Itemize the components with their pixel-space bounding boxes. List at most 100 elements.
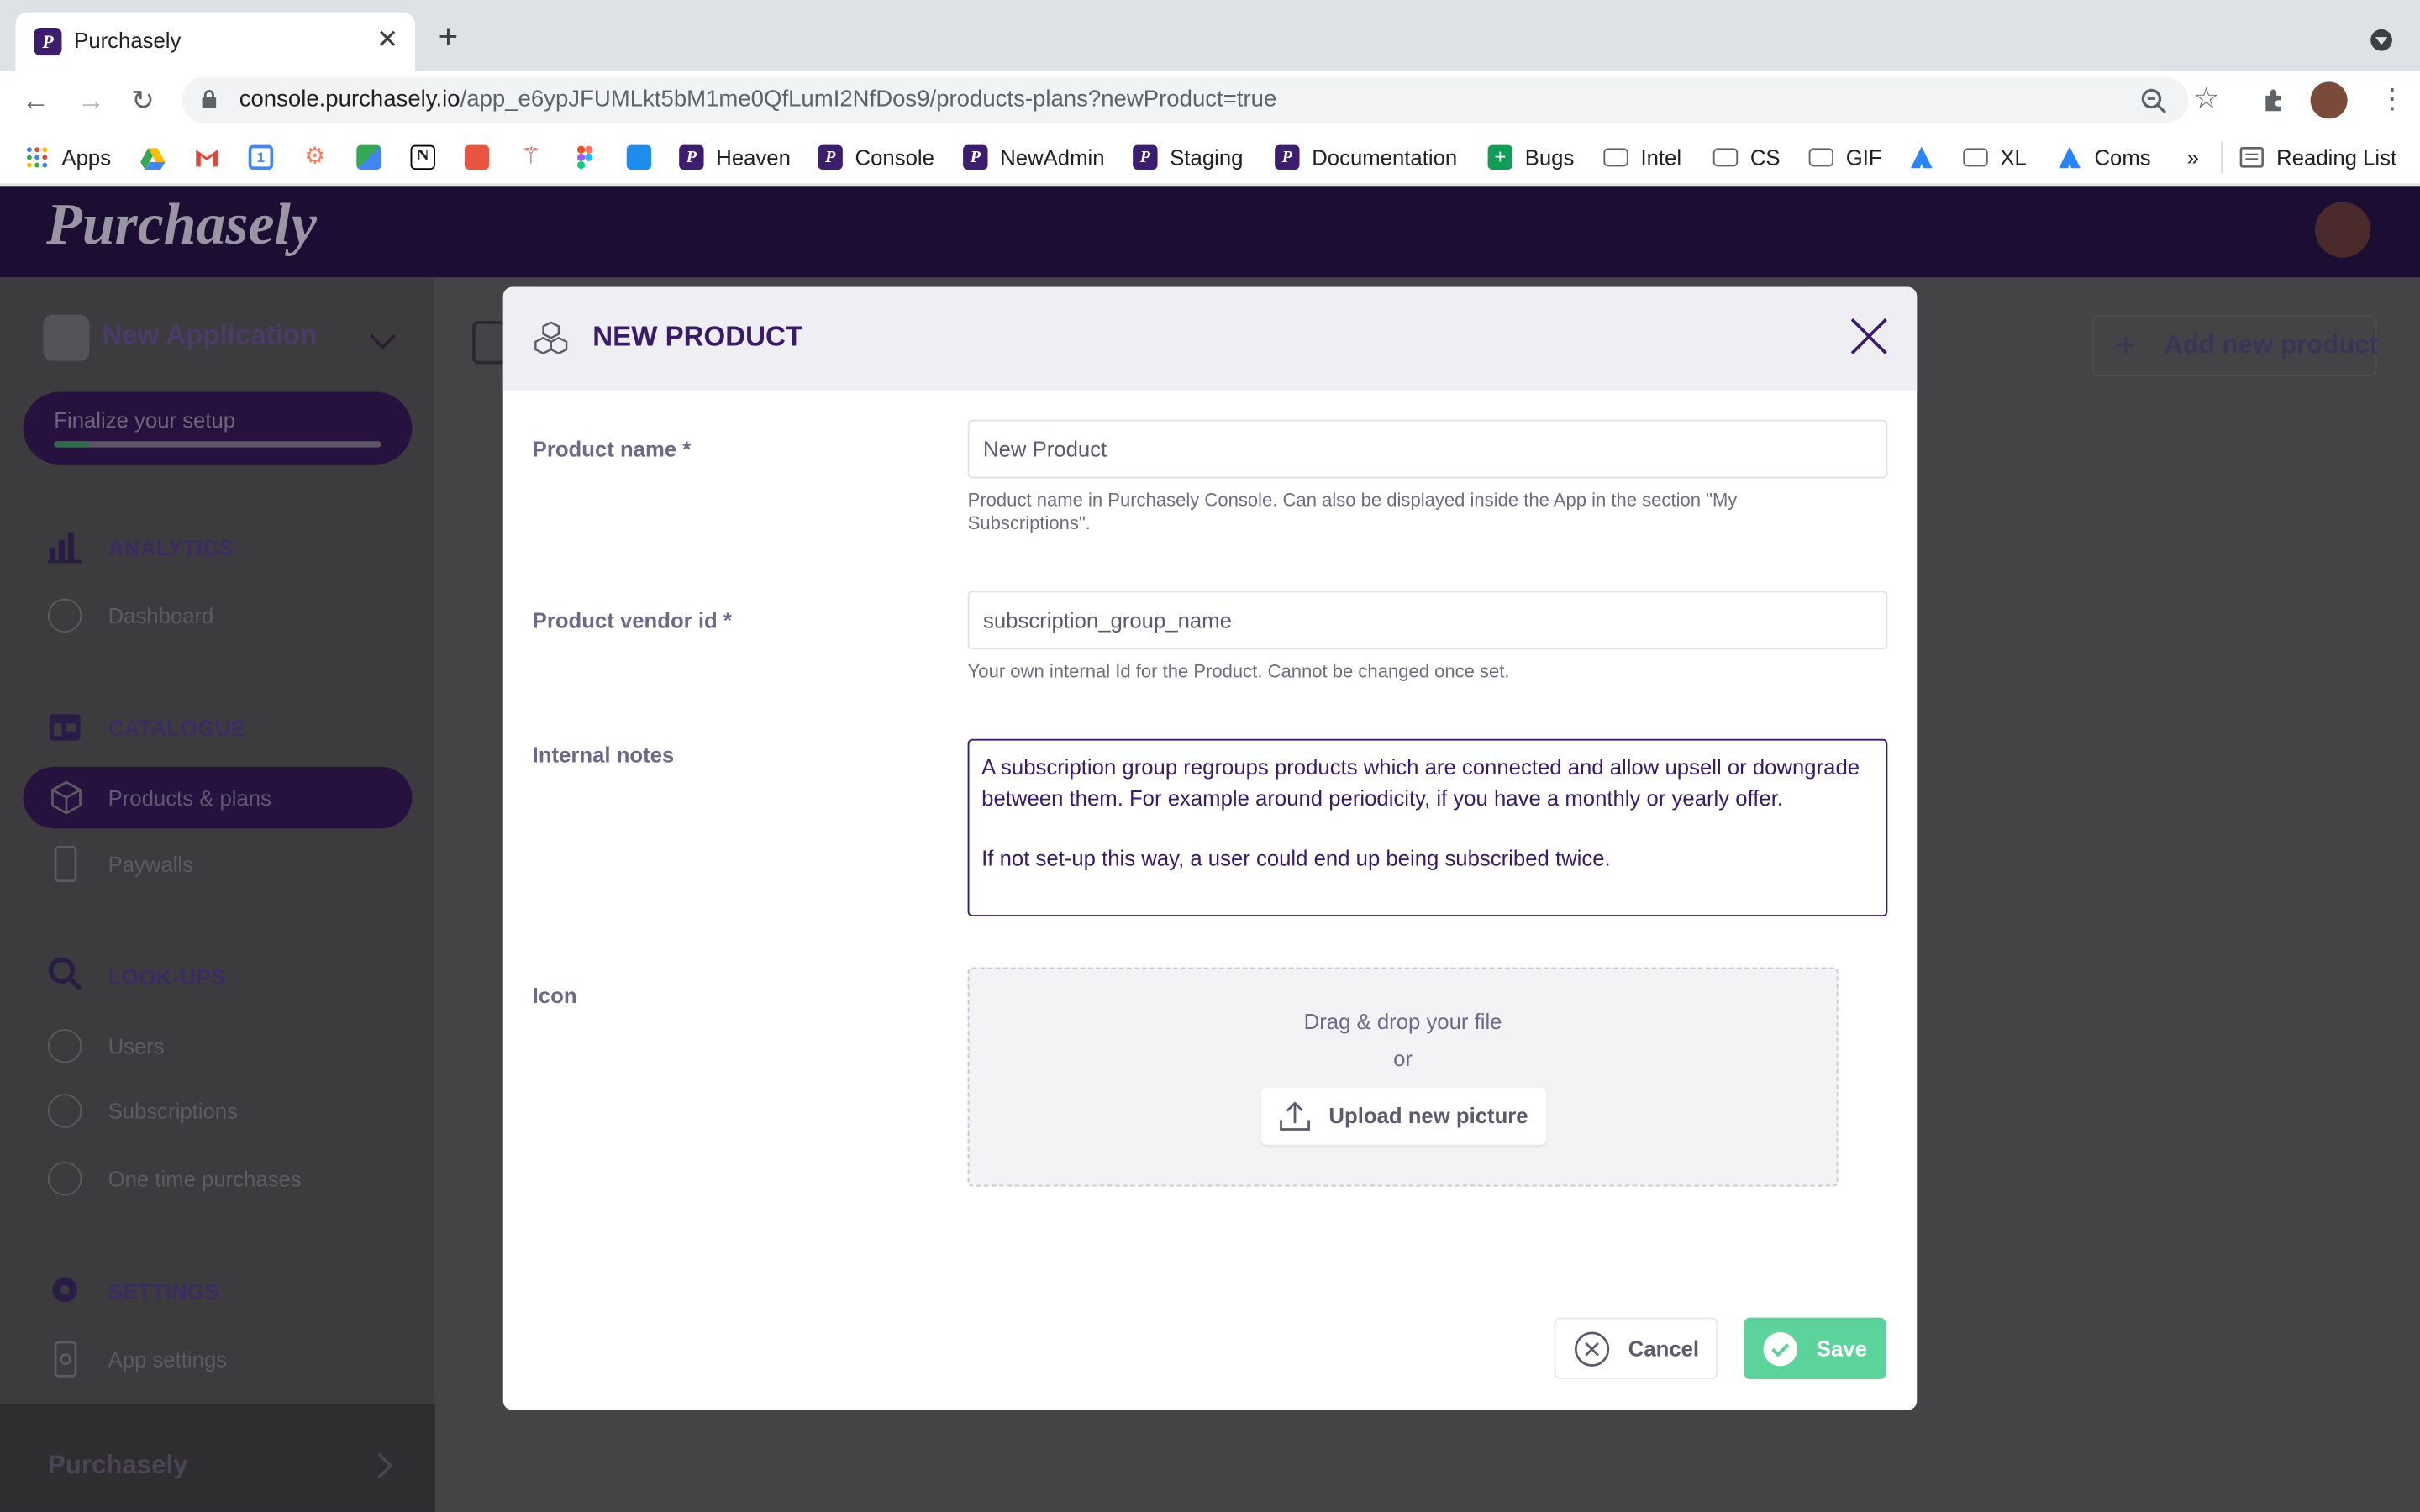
bookmark-heaven[interactable]: P Heaven bbox=[679, 144, 791, 171]
purchasely-icon: P bbox=[679, 144, 704, 171]
gmail-icon bbox=[196, 150, 218, 167]
app-selector[interactable]: New Application bbox=[102, 319, 317, 352]
bookmark-documentation[interactable]: P Documentation bbox=[1275, 144, 1457, 171]
bookmark-folder-xl[interactable]: XL bbox=[1963, 144, 2027, 171]
reading-list-icon bbox=[2239, 147, 2264, 168]
bookmark-maps[interactable] bbox=[356, 144, 393, 171]
search-icon bbox=[48, 957, 82, 991]
add-new-product-label: Add new product bbox=[2164, 330, 2379, 360]
sidebar-footer-label: Purchasely bbox=[47, 1450, 188, 1480]
lock-icon[interactable] bbox=[201, 90, 218, 108]
purchasely-icon: P bbox=[818, 144, 843, 171]
bookmark-label: NewAdmin bbox=[1000, 144, 1105, 171]
purchasely-logo[interactable]: Purchasely bbox=[46, 192, 317, 260]
setup-progress-bar bbox=[54, 441, 381, 448]
zoom-icon[interactable] bbox=[2141, 88, 2167, 114]
product-name-label: Product name * bbox=[532, 436, 692, 462]
finalize-setup-label: Finalize your setup bbox=[54, 407, 236, 433]
reload-icon[interactable]: ↻ bbox=[131, 83, 155, 117]
vendor-id-input[interactable]: subscription_group_name bbox=[967, 591, 1888, 650]
subscription-icon bbox=[47, 1094, 82, 1128]
forward-arrow-icon[interactable]: → bbox=[77, 83, 105, 117]
back-arrow-icon[interactable]: ← bbox=[22, 83, 50, 117]
bookmark-folder-intel[interactable]: Intel bbox=[1603, 144, 1681, 171]
overflow-chevron-icon: » bbox=[2186, 144, 2199, 171]
sidebar-item-users[interactable]: Users bbox=[108, 1034, 165, 1058]
bookmark-figma[interactable] bbox=[572, 144, 609, 171]
bookmark-coms[interactable]: Coms bbox=[2057, 144, 2151, 171]
bookmark-staging[interactable]: P Staging bbox=[1133, 144, 1243, 171]
profile-avatar[interactable] bbox=[2310, 81, 2348, 119]
sidebar-item-paywalls[interactable]: Paywalls bbox=[108, 852, 193, 876]
bookmark-label: XL bbox=[2000, 144, 2027, 171]
bookmarks-overflow-button[interactable]: » bbox=[2187, 144, 2199, 171]
internal-notes-textarea[interactable]: A subscription group regroups products w… bbox=[967, 738, 1888, 917]
atlassian-icon bbox=[2059, 146, 2081, 169]
folder-icon bbox=[1963, 148, 1988, 167]
product-name-input[interactable]: New Product bbox=[967, 419, 1888, 479]
dollar-icon bbox=[47, 1162, 82, 1196]
bookmark-gmail[interactable] bbox=[194, 144, 231, 171]
cancel-x-circle-icon bbox=[1574, 1331, 1610, 1367]
bookmark-apps[interactable]: Apps bbox=[24, 144, 111, 171]
section-analytics: ANALYTICS bbox=[108, 535, 234, 560]
notion-icon: N bbox=[410, 144, 435, 171]
purchasely-icon: P bbox=[963, 144, 988, 171]
google-maps-icon bbox=[356, 144, 381, 171]
user-avatar[interactable] bbox=[2315, 202, 2371, 258]
sidebar-item-dashboard[interactable]: Dashboard bbox=[108, 603, 214, 627]
icon-dropzone[interactable] bbox=[967, 967, 1839, 1187]
cancel-label: Cancel bbox=[1628, 1336, 1700, 1361]
url-text[interactable]: console.purchasely.io/app_e6ypJFUMLkt5bM… bbox=[239, 87, 1277, 113]
internal-notes-label: Internal notes bbox=[532, 742, 675, 767]
browser-menu-icon[interactable]: ⋮ bbox=[2378, 81, 2406, 118]
close-icon[interactable] bbox=[1846, 313, 1892, 360]
dashboard-icon bbox=[47, 598, 82, 633]
plus-icon: + bbox=[2116, 325, 2136, 365]
bookmark-label: Staging bbox=[1170, 144, 1244, 171]
check-circle-icon bbox=[1763, 1332, 1797, 1367]
bookmark-item[interactable]: ⚚ bbox=[518, 144, 555, 171]
new-tab-icon[interactable]: + bbox=[439, 19, 459, 54]
reading-list-button[interactable]: Reading List bbox=[2239, 144, 2396, 171]
modal-title: NEW PRODUCT bbox=[592, 321, 803, 352]
sidebar-item-app-settings[interactable]: App settings bbox=[108, 1347, 228, 1371]
tab-search-icon[interactable] bbox=[2370, 29, 2392, 51]
bookmark-notion[interactable]: N bbox=[410, 144, 448, 171]
bookmark-divider bbox=[2221, 141, 2223, 173]
bookmark-newadmin[interactable]: P NewAdmin bbox=[963, 144, 1105, 171]
sidebar-item-one-time-purchases[interactable]: One time purchases bbox=[108, 1167, 302, 1191]
purchasely-favicon-icon: P bbox=[34, 28, 62, 56]
section-settings: SETTINGS bbox=[108, 1278, 220, 1305]
extensions-icon[interactable] bbox=[2261, 87, 2289, 114]
bookmark-calendar[interactable]: 1 bbox=[248, 144, 286, 171]
bookmark-bugs[interactable]: + Bugs bbox=[1487, 144, 1574, 171]
save-label: Save bbox=[1816, 1336, 1867, 1361]
page-box-icon bbox=[472, 321, 507, 365]
bookmark-folder-gif[interactable]: GIF bbox=[1808, 144, 1882, 171]
folder-icon bbox=[1808, 148, 1834, 167]
bookmark-console[interactable]: P Console bbox=[818, 144, 934, 171]
bookmark-hubspot[interactable]: ⚙ bbox=[302, 144, 339, 171]
bookmark-intercom[interactable] bbox=[626, 144, 664, 171]
section-catalogue: CATALOGUE bbox=[108, 716, 246, 741]
sheets-icon: + bbox=[1487, 144, 1512, 171]
bookmark-label: Coms bbox=[2094, 144, 2151, 171]
bookmark-icon: ⚚ bbox=[520, 143, 542, 171]
tab-close-icon[interactable]: ✕ bbox=[376, 24, 398, 55]
bookmark-item[interactable] bbox=[464, 144, 502, 171]
google-drive-icon bbox=[140, 148, 166, 171]
bookmark-atlassian[interactable] bbox=[1909, 144, 1946, 171]
user-icon bbox=[47, 1029, 82, 1063]
folder-icon bbox=[1603, 148, 1628, 167]
browser-tab[interactable]: P Purchasely ✕ bbox=[15, 12, 416, 71]
bookmark-folder-cs[interactable]: CS bbox=[1712, 144, 1781, 171]
bookmark-star-icon[interactable]: ☆ bbox=[2193, 81, 2219, 117]
sidebar-item-subscriptions[interactable]: Subscriptions bbox=[108, 1099, 238, 1123]
catalogue-icon bbox=[49, 714, 81, 741]
dropzone-text: Drag & drop your file bbox=[1303, 1009, 1502, 1034]
bookmark-drive[interactable] bbox=[140, 144, 177, 171]
setup-progress-fill bbox=[54, 441, 91, 448]
icon-label: Icon bbox=[532, 982, 577, 1008]
bookmark-label: CS bbox=[1749, 144, 1781, 171]
